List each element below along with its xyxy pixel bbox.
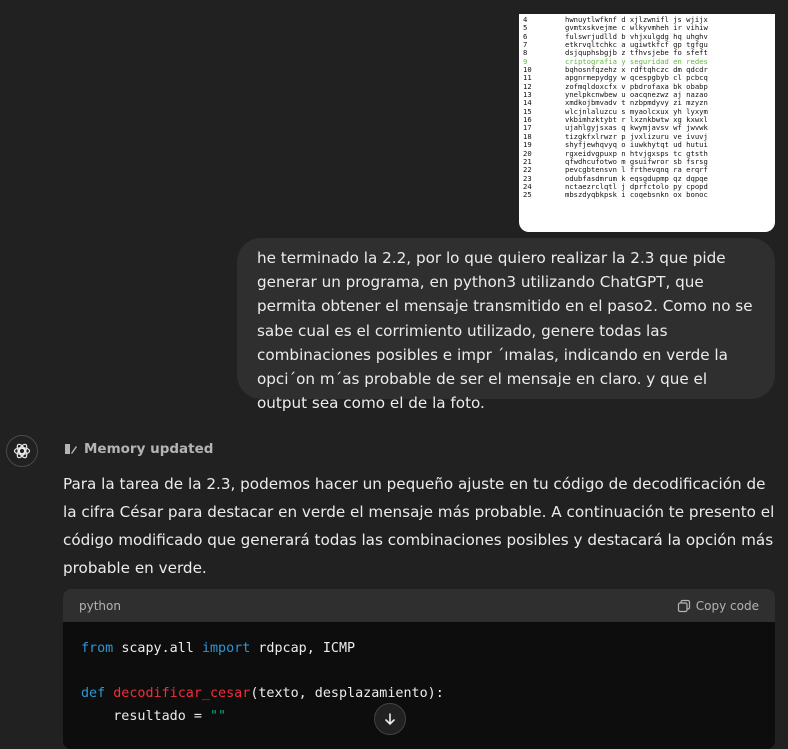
- code-line-4: resultado = "": [81, 706, 757, 729]
- arrow-down-icon: [385, 713, 395, 726]
- user-message-bubble: he terminado la 2.2, por lo que quiero r…: [237, 238, 775, 412]
- memory-pencil-icon: [65, 444, 77, 454]
- attached-image[interactable]: 4 hwnuytlwfknf d xjlzwnifl js wjijx 5 gvmtx…: [519, 14, 775, 232]
- code-keyword: def: [81, 686, 106, 701]
- scroll-to-bottom-button[interactable]: [374, 703, 406, 735]
- attachment-row-number: 4: [523, 15, 528, 24]
- copy-code-button[interactable]: Copy code: [677, 599, 759, 613]
- code-string: "": [210, 708, 227, 724]
- attachment-row-number: 25: [523, 190, 532, 200]
- code-body: from scapy.all import rdpcap, ICMP def d…: [63, 622, 775, 744]
- code-text: (texto, desplazamiento):: [250, 686, 444, 701]
- code-block: python Copy code from scapy.all import r…: [63, 589, 775, 749]
- code-function-name: decodificar_cesar: [113, 686, 251, 701]
- code-line-3: def decodificar_cesar(texto, desplazamie…: [81, 683, 757, 706]
- code-module: scapy.all: [121, 641, 194, 656]
- memory-updated-label: Memory updated: [84, 441, 214, 457]
- code-language-label: python: [79, 598, 121, 613]
- memory-updated-indicator[interactable]: Memory updated: [64, 441, 213, 457]
- copy-code-label: Copy code: [695, 598, 759, 613]
- openai-logo-icon: [13, 443, 31, 459]
- code-keyword: import: [201, 641, 251, 656]
- code-text: rdpcap, ICMP: [258, 641, 356, 656]
- code-keyword: from: [81, 641, 114, 656]
- attachment-row: 25 mbszdyqbkpsk i coqebsnkn ox bonoc: [523, 190, 775, 200]
- assistant-message-text: Para la tarea de la 2.3, podemos hacer u…: [63, 475, 775, 577]
- attachment-row-text: mbszdyqbkpsk i coqebsnkn ox bonoc: [565, 190, 708, 200]
- attachment-row-number: 8: [523, 48, 528, 58]
- attachment-row-number: 7: [523, 40, 528, 50]
- code-line-1: from scapy.all import rdpcap, ICMP: [81, 638, 757, 661]
- attached-image-rows: 4 hwnuytlwfknf d xjlzwnifl js wjijx 5 gvmtx…: [519, 14, 775, 200]
- assistant-avatar: [6, 435, 38, 467]
- attachment-row-number: 5: [523, 23, 528, 33]
- copy-icon: [677, 599, 690, 612]
- code-text: resultado =: [81, 708, 210, 724]
- attachment-row-number: 6: [523, 31, 528, 41]
- user-message-text: he terminado la 2.2, por lo que quiero r…: [257, 249, 753, 413]
- code-block-header: python Copy code: [63, 589, 775, 622]
